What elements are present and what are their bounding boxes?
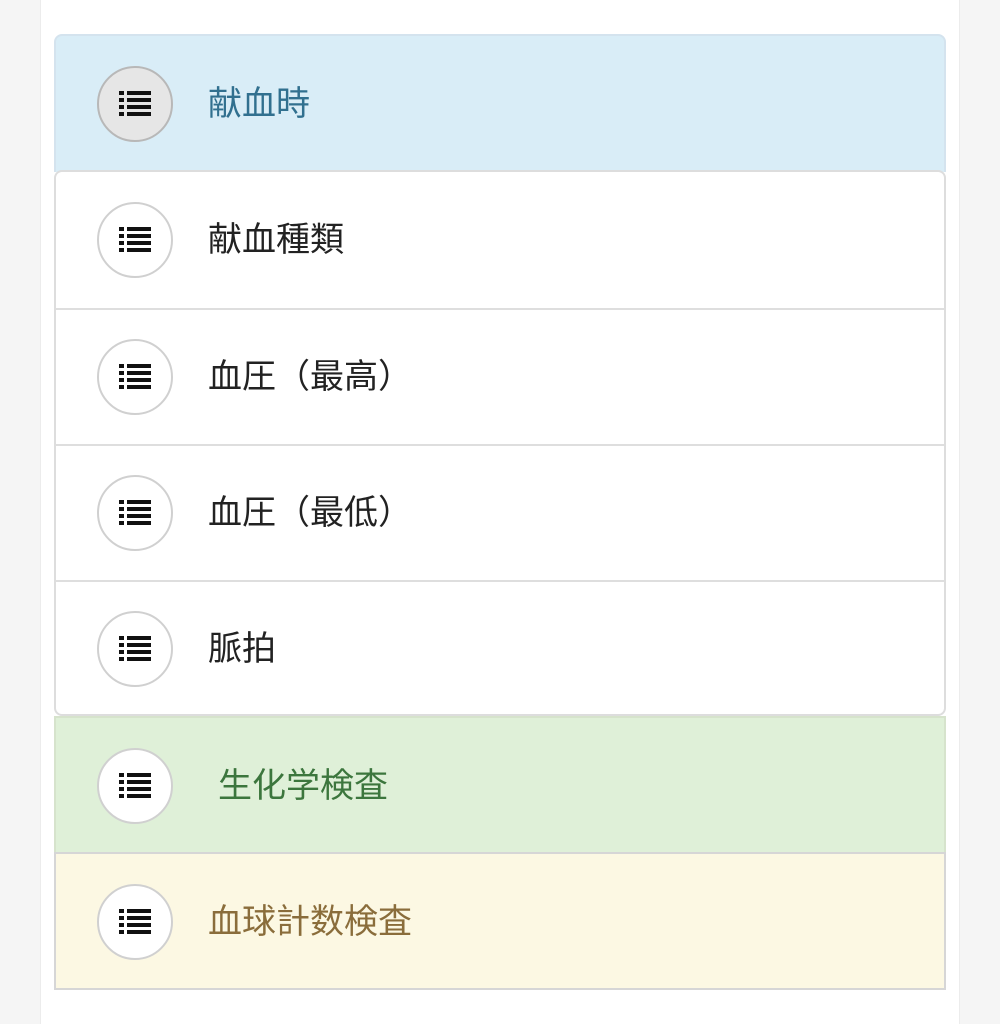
list-item-blood-pressure-low[interactable]: 血圧（最低） <box>56 444 944 580</box>
list-item-label: 献血種類 <box>208 220 344 260</box>
section-header-blood-count[interactable]: 血球計数検査 <box>54 852 946 990</box>
section-header-biochemistry[interactable]: 生化学検査 <box>54 716 946 854</box>
list-icon-glyph <box>119 500 151 525</box>
list-icon-glyph <box>119 773 151 798</box>
list-item-donation-type[interactable]: 献血種類 <box>56 172 944 308</box>
list-icon-glyph <box>119 909 151 934</box>
list-icon[interactable] <box>97 611 173 687</box>
list-icon-glyph <box>119 227 151 252</box>
section-header-blood-donation[interactable]: 献血時 <box>54 34 946 172</box>
section-header-label: 献血時 <box>208 84 310 124</box>
list-icon-glyph <box>119 91 151 116</box>
blood-donation-item-list: 献血種類 血圧（最高） 血圧（最低） 脈拍 <box>54 170 946 716</box>
list-item-label: 血圧（最高） <box>208 357 412 397</box>
list-item-pulse[interactable]: 脈拍 <box>56 580 944 716</box>
section-header-label: 血球計数検査 <box>208 902 412 942</box>
list-icon[interactable] <box>97 475 173 551</box>
list-icon[interactable] <box>97 339 173 415</box>
list-icon-glyph <box>119 364 151 389</box>
list-item-label: 脈拍 <box>208 629 276 669</box>
list-icon-glyph <box>119 636 151 661</box>
list-icon[interactable] <box>97 884 173 960</box>
list-item-label: 血圧（最低） <box>208 493 412 533</box>
list-icon[interactable] <box>97 66 173 142</box>
section-header-label: 生化学検査 <box>218 766 388 806</box>
list-icon[interactable] <box>97 202 173 278</box>
list-item-blood-pressure-high[interactable]: 血圧（最高） <box>56 308 944 444</box>
section-header-row[interactable]: 血球計数検査 <box>56 854 944 990</box>
section-header-row[interactable]: 生化学検査 <box>56 718 944 854</box>
list-icon[interactable] <box>97 748 173 824</box>
section-header-row[interactable]: 献血時 <box>56 36 944 172</box>
